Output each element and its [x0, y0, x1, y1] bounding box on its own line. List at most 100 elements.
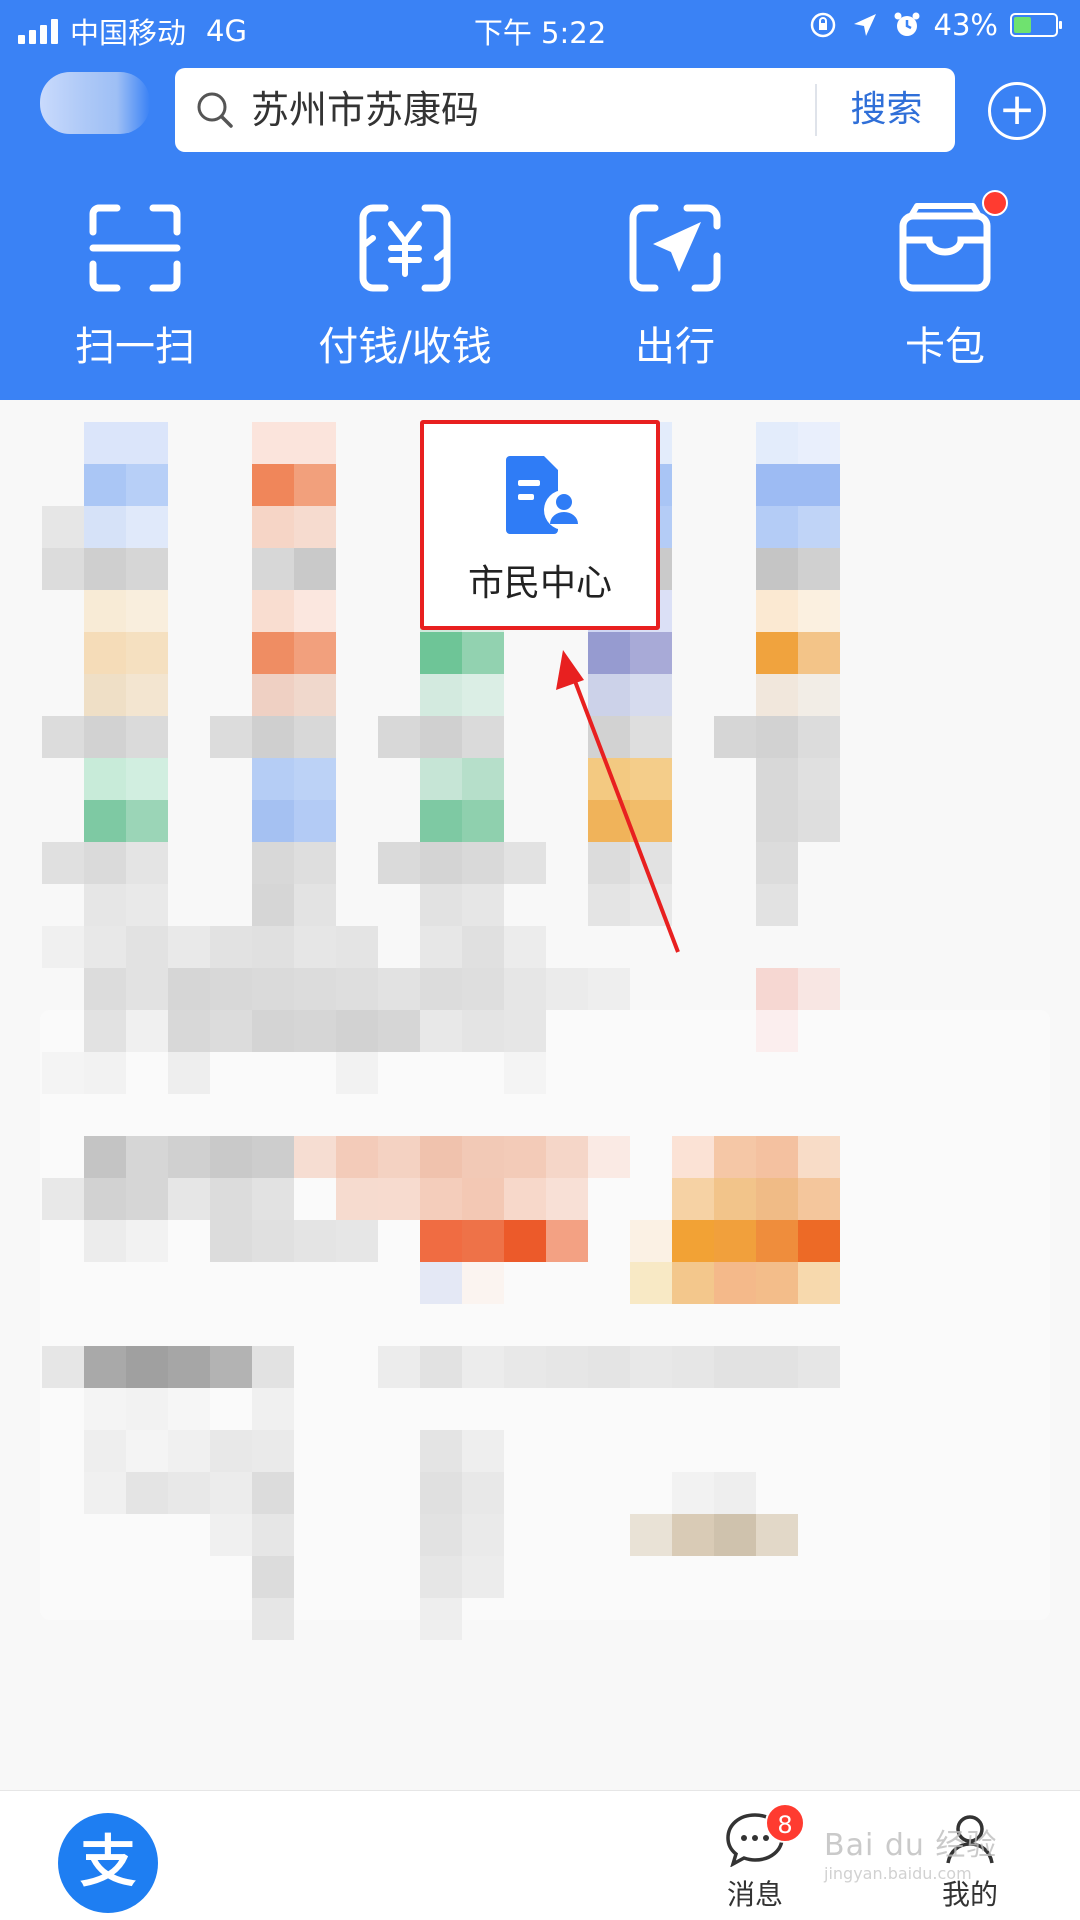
mosaic-block [546, 1220, 588, 1262]
mosaic-block [504, 968, 546, 1010]
mosaic-block [420, 926, 462, 968]
mosaic-block [252, 884, 294, 926]
mosaic-block [420, 968, 462, 1010]
mosaic-block [630, 1262, 672, 1304]
quick-action-card-wallet[interactable]: 卡包 [810, 190, 1080, 372]
mosaic-block [756, 1010, 798, 1052]
mosaic-block [420, 1556, 462, 1598]
mosaic-block [588, 716, 630, 758]
mosaic-block [168, 968, 210, 1010]
pay-icon [359, 204, 451, 292]
add-button[interactable]: + [988, 82, 1046, 140]
mosaic-block [588, 1136, 630, 1178]
mosaic-block [294, 506, 336, 548]
mosaic-block [420, 1220, 462, 1262]
mosaic-block [252, 1430, 294, 1472]
mosaic-block [84, 758, 126, 800]
mosaic-block [252, 758, 294, 800]
mosaic-block [126, 632, 168, 674]
mosaic-block [546, 1136, 588, 1178]
mosaic-block [756, 1220, 798, 1262]
tab-messages[interactable]: 8 消息 [705, 1803, 805, 1913]
status-right: 43% [808, 8, 1062, 42]
mosaic-block [588, 800, 630, 842]
mosaic-block [294, 1136, 336, 1178]
mosaic-block [84, 968, 126, 1010]
mosaic-block [588, 632, 630, 674]
mosaic-block [252, 1346, 294, 1388]
watermark-url: jingyan.baidu.com [824, 1864, 972, 1883]
mosaic-block [294, 968, 336, 1010]
mosaic-block [210, 1430, 252, 1472]
mosaic-block [336, 926, 378, 968]
mosaic-block [630, 884, 672, 926]
mosaic-block [126, 548, 168, 590]
mosaic-block [84, 464, 126, 506]
mosaic-block [252, 1010, 294, 1052]
mosaic-block [126, 1136, 168, 1178]
avatar[interactable] [40, 72, 150, 134]
quick-action-label: 扫一扫 [75, 324, 195, 370]
mosaic-block [210, 1346, 252, 1388]
mosaic-block [462, 1514, 504, 1556]
mosaic-block [756, 1262, 798, 1304]
search-button[interactable]: 搜索 [818, 68, 955, 152]
mosaic-block [504, 1052, 546, 1094]
mosaic-block [84, 842, 126, 884]
mosaic-block [294, 422, 336, 464]
mosaic-block [462, 842, 504, 884]
mosaic-block [588, 842, 630, 884]
mosaic-block [756, 1346, 798, 1388]
mosaic-block [126, 968, 168, 1010]
mosaic-block [42, 506, 84, 548]
mosaic-block [756, 506, 798, 548]
mosaic-block [714, 1346, 756, 1388]
citizen-center-app[interactable]: 市民中心 [420, 420, 660, 630]
quick-action-scan[interactable]: 扫一扫 [0, 200, 270, 372]
mosaic-block [672, 1178, 714, 1220]
mosaic-block [756, 548, 798, 590]
search-bar: 搜索 [175, 68, 955, 152]
mosaic-block [462, 800, 504, 842]
location-icon [853, 14, 876, 36]
mosaic-block [546, 1178, 588, 1220]
mosaic-block [294, 842, 336, 884]
header: 中国移动 4G 下午 5:22 43% 苏州市苏康码 搜索 + 扫一扫 付钱/收… [0, 0, 1080, 400]
mosaic-block [756, 800, 798, 842]
mosaic-block [42, 716, 84, 758]
quick-action-travel[interactable]: 出行 [540, 200, 810, 372]
mosaic-block [42, 1178, 84, 1220]
mosaic-block [756, 422, 798, 464]
quick-action-pay[interactable]: 付钱/收钱 [270, 200, 540, 372]
mosaic-block [546, 968, 588, 1010]
quick-action-label: 卡包 [905, 324, 985, 370]
search-input[interactable] [251, 68, 771, 152]
citizen-center-icon [506, 456, 584, 534]
mosaic-block [84, 1346, 126, 1388]
mosaic-block [462, 968, 504, 1010]
mosaic-block [420, 632, 462, 674]
mosaic-block [630, 758, 672, 800]
mosaic-block [462, 674, 504, 716]
mosaic-block [756, 1178, 798, 1220]
mosaic-block [714, 1136, 756, 1178]
mosaic-block [252, 674, 294, 716]
mosaic-block [168, 1430, 210, 1472]
mosaic-block [294, 758, 336, 800]
mosaic-block [252, 1514, 294, 1556]
tab-home[interactable]: 支 [58, 1813, 158, 1913]
mosaic-block [420, 1136, 462, 1178]
mosaic-block [420, 1472, 462, 1514]
mosaic-block [504, 1178, 546, 1220]
mosaic-block [798, 464, 840, 506]
mosaic-block [168, 1052, 210, 1094]
mosaic-block [126, 1472, 168, 1514]
mosaic-block [378, 1346, 420, 1388]
mosaic-block [378, 1178, 420, 1220]
mosaic-block [462, 632, 504, 674]
mosaic-block [588, 1346, 630, 1388]
mosaic-block [126, 674, 168, 716]
mosaic-block [714, 1220, 756, 1262]
mosaic-block [294, 548, 336, 590]
mosaic-block [210, 1010, 252, 1052]
